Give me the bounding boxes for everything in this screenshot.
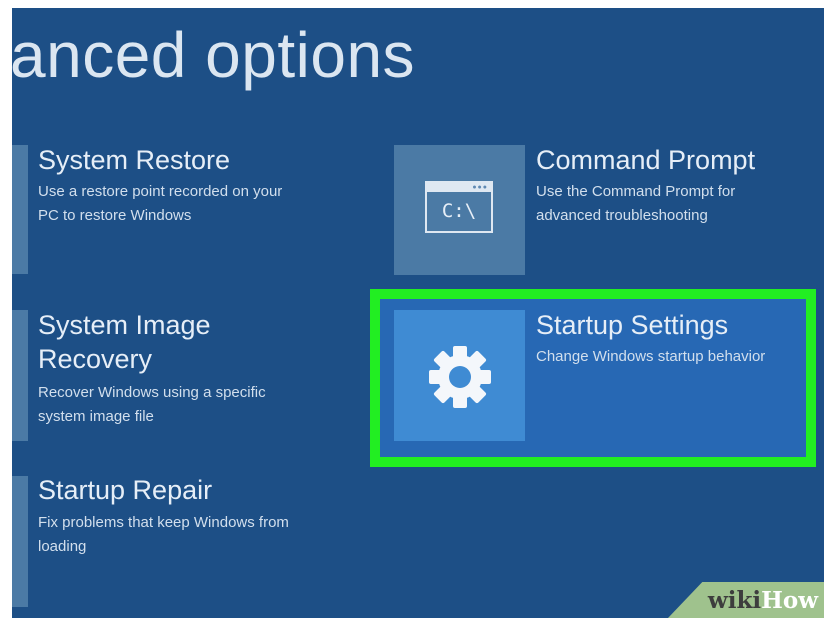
command-prompt-desc-line1: Use the Command Prompt for bbox=[536, 183, 736, 200]
startup-repair-tile[interactable] bbox=[12, 476, 28, 607]
system-image-recovery-title-line1[interactable]: System Image bbox=[38, 308, 211, 342]
system-restore-title[interactable]: System Restore bbox=[38, 143, 230, 177]
startup-settings-desc-line1: Change Windows startup behavior bbox=[536, 348, 766, 365]
startup-repair-title[interactable]: Startup Repair bbox=[38, 473, 212, 507]
command-prompt-icon-text: C:\ bbox=[441, 200, 477, 222]
wikihow-watermark: wikiHow bbox=[668, 582, 824, 618]
system-image-recovery-tile[interactable] bbox=[12, 310, 28, 441]
command-prompt-desc-line2: advanced troubleshooting bbox=[536, 207, 708, 224]
watermark-text: wikiHow bbox=[708, 586, 818, 616]
startup-repair-desc-line1: Fix problems that keep Windows from bbox=[38, 514, 289, 531]
window-controls-icon: ●●● bbox=[472, 184, 488, 191]
advanced-options-screen: anced options System Restore Use a resto… bbox=[12, 8, 824, 618]
watermark-wiki: wiki bbox=[707, 587, 762, 614]
gear-icon bbox=[429, 346, 491, 408]
system-restore-tile[interactable] bbox=[12, 145, 28, 274]
system-restore-desc-line1: Use a restore point recorded on your bbox=[38, 183, 283, 200]
startup-settings-title[interactable]: Startup Settings bbox=[536, 308, 728, 342]
system-restore-desc-line2: PC to restore Windows bbox=[38, 207, 192, 224]
command-prompt-icon: ●●● C:\ bbox=[425, 181, 493, 233]
command-prompt-title[interactable]: Command Prompt bbox=[536, 143, 755, 177]
watermark-how: How bbox=[761, 587, 818, 614]
startup-repair-desc-line2: loading bbox=[38, 538, 87, 555]
page-title: anced options bbox=[12, 19, 416, 91]
system-image-recovery-desc-line2: system image file bbox=[38, 408, 154, 425]
system-image-recovery-desc-line1: Recover Windows using a specific bbox=[38, 384, 266, 401]
system-image-recovery-title-line2[interactable]: Recovery bbox=[38, 342, 152, 376]
